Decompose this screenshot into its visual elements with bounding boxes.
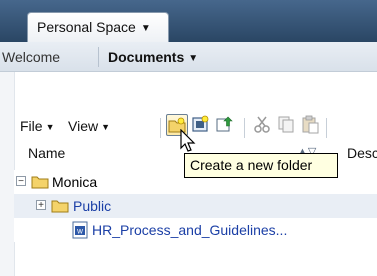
folder-icon xyxy=(31,176,49,189)
divider xyxy=(98,47,99,67)
view-menu-label: View xyxy=(68,118,99,134)
collapse-icon[interactable]: − xyxy=(16,176,26,187)
chevron-down-icon[interactable]: ▼ xyxy=(141,23,151,34)
tab-personal-space[interactable]: Personal Space ▼ xyxy=(27,12,169,42)
folder-icon xyxy=(51,200,69,213)
top-navigation-bar: Personal Space ▼ xyxy=(0,0,377,42)
mouse-cursor-icon xyxy=(180,129,196,152)
tooltip: Create a new folder xyxy=(184,153,338,178)
tree-item-label[interactable]: HR_Process_and_Guidelines... xyxy=(92,222,287,238)
upload-icon[interactable] xyxy=(214,114,236,136)
tab-label: Personal Space xyxy=(37,19,136,35)
copy-icon[interactable] xyxy=(276,114,298,136)
svg-text:w: w xyxy=(76,227,83,236)
chevron-down-icon: ▼ xyxy=(45,122,55,132)
toolbar-divider xyxy=(244,118,245,138)
tree-row-public[interactable]: + Public xyxy=(14,194,377,218)
description-column-header[interactable]: Desc xyxy=(347,145,377,161)
sub-navigation-bar: Welcome Documents ▼ xyxy=(0,42,377,72)
tree-row-hr-document[interactable]: w HR_Process_and_Guidelines... xyxy=(14,218,377,242)
name-column-header[interactable]: Name xyxy=(28,145,65,161)
tree-item-label[interactable]: Public xyxy=(73,198,111,214)
documents-menu[interactable]: Documents ▼ xyxy=(108,49,198,65)
file-menu[interactable]: File ▼ xyxy=(20,118,54,134)
toolbar-divider xyxy=(160,118,161,138)
toolbar-divider xyxy=(326,118,327,138)
expand-icon[interactable]: + xyxy=(36,200,46,211)
file-menu-label: File xyxy=(20,118,43,134)
tree-item-label: Monica xyxy=(52,174,98,190)
cut-icon[interactable] xyxy=(252,114,274,136)
chevron-down-icon: ▼ xyxy=(101,122,111,132)
left-margin-strip xyxy=(0,72,15,276)
tooltip-text: Create a new folder xyxy=(190,157,313,173)
welcome-link[interactable]: Welcome xyxy=(2,49,60,65)
view-menu[interactable]: View ▼ xyxy=(68,118,110,134)
documents-label: Documents xyxy=(108,49,185,65)
paste-icon[interactable] xyxy=(300,114,322,136)
word-document-icon: w xyxy=(72,221,88,239)
chevron-down-icon: ▼ xyxy=(188,53,199,64)
